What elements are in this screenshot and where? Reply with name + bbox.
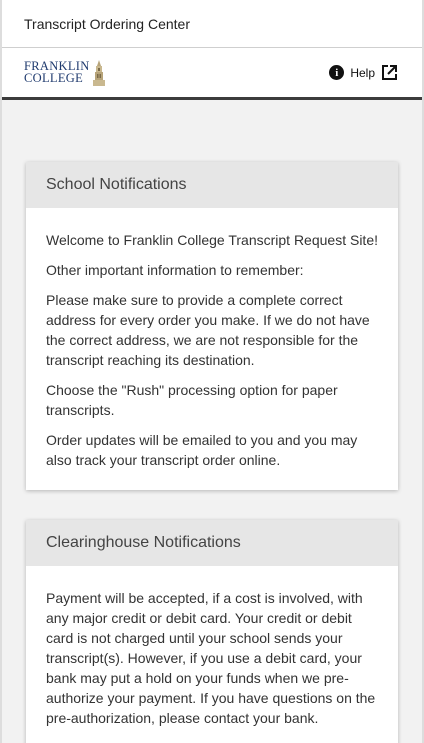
brand-bar: FRANKLIN COLLEGE i Help	[2, 48, 422, 100]
clearinghouse-notifications-title: Clearinghouse Notifications	[26, 520, 398, 566]
school-notification-paragraph: Please make sure to provide a complete c…	[46, 292, 370, 368]
info-icon: i	[329, 65, 345, 80]
clearinghouse-notifications-card: Clearinghouse Notifications Payment will…	[26, 520, 398, 743]
help-link[interactable]: i Help	[329, 64, 398, 81]
logo-wordmark: FRANKLIN COLLEGE	[24, 60, 90, 85]
page-frame: Transcript Ordering Center FRANKLIN COLL…	[0, 0, 424, 743]
external-link-icon	[382, 65, 397, 80]
clearinghouse-notifications-body: Payment will be accepted, if a cost is i…	[26, 566, 398, 743]
franklin-college-logo[interactable]: FRANKLIN COLLEGE	[24, 59, 106, 86]
help-label: Help	[350, 65, 375, 80]
clearinghouse-notification-paragraph: Payment will be accepted, if a cost is i…	[46, 590, 376, 726]
school-notification-paragraph: Other important information to remember:	[46, 262, 304, 278]
top-header: Transcript Ordering Center	[2, 0, 422, 48]
school-notification-paragraph: Choose the "Rush" processing option for …	[46, 382, 338, 418]
school-notification-paragraph: Welcome to Franklin College Transcript R…	[46, 232, 378, 248]
school-notifications-card: School Notifications Welcome to Franklin…	[26, 162, 398, 490]
school-notifications-title: School Notifications	[26, 162, 398, 208]
main-content: School Notifications Welcome to Franklin…	[2, 100, 422, 743]
school-notifications-body: Welcome to Franklin College Transcript R…	[26, 208, 398, 490]
logo-line-2: COLLEGE	[24, 70, 84, 85]
page-title: Transcript Ordering Center	[24, 15, 190, 32]
tower-icon	[92, 59, 105, 86]
school-notification-paragraph: Order updates will be emailed to you and…	[46, 432, 358, 468]
